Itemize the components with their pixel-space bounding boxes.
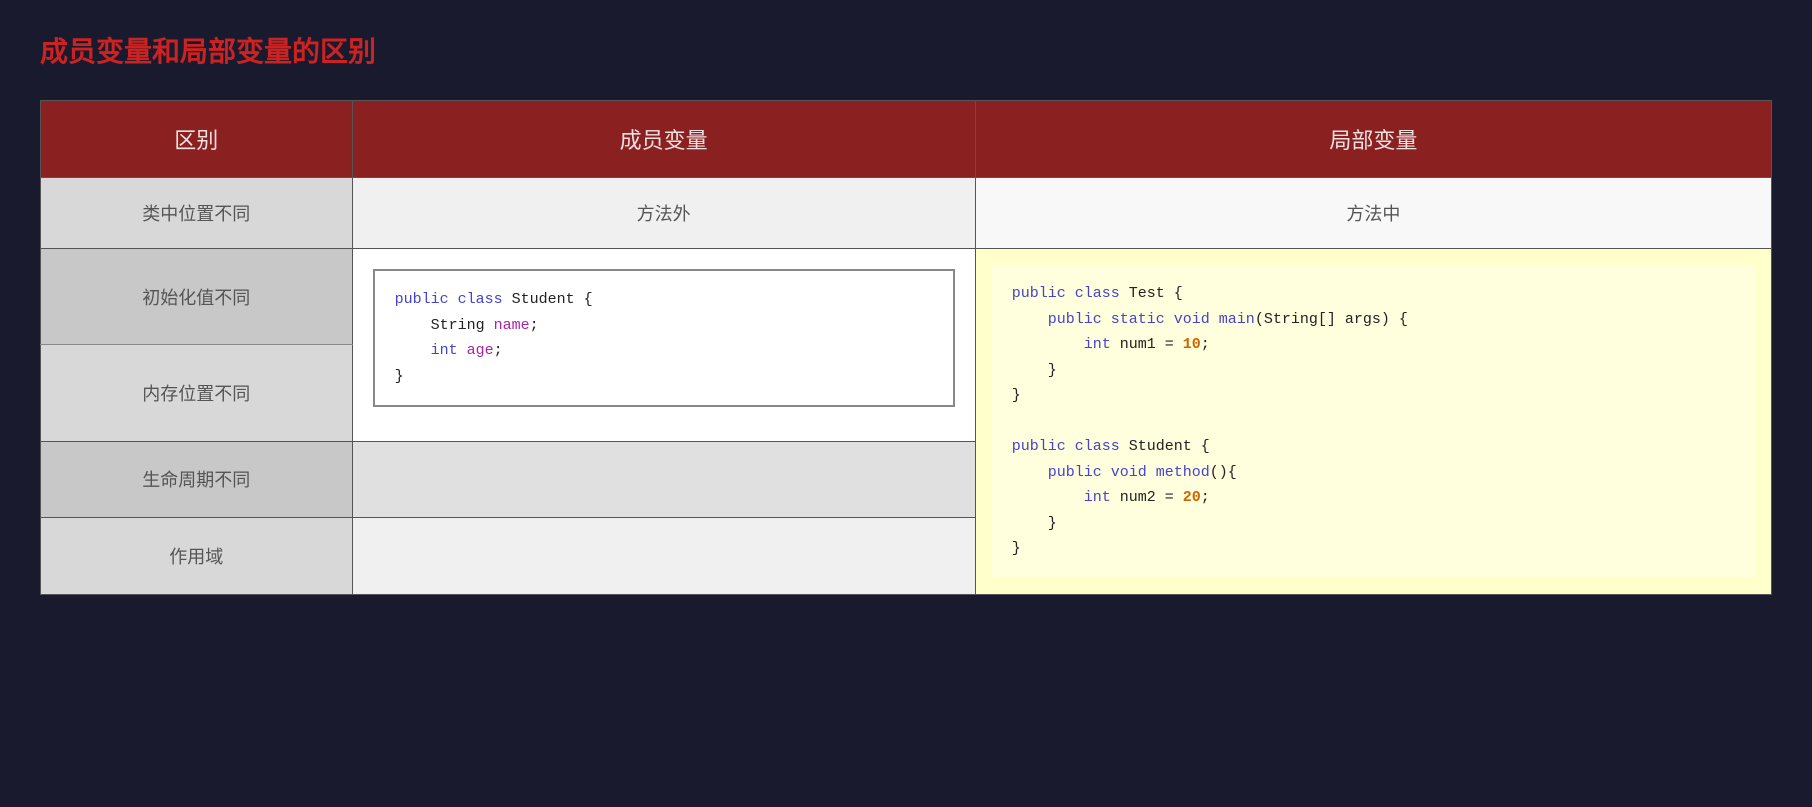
comparison-table: 区别 成员变量 局部变量 类中位置不同 方法外 方法中 初始化值不同 pu	[40, 100, 1772, 595]
table-row: 类中位置不同 方法外 方法中	[41, 178, 1772, 249]
member-code-block: public class Student { String name; int …	[373, 269, 955, 407]
local-code-block: public class Test { public static void m…	[992, 265, 1755, 578]
local-value-1: 方法中	[1346, 204, 1400, 224]
header-local: 局部变量	[975, 101, 1771, 178]
row-label-1: 类中位置不同	[142, 204, 250, 224]
page-title: 成员变量和局部变量的区别	[40, 30, 1772, 70]
row-label-2: 初始化值不同	[142, 288, 250, 308]
row-label-5: 作用域	[169, 547, 223, 567]
row-label-3: 内存位置不同	[142, 384, 250, 404]
header-member: 成员变量	[352, 101, 975, 178]
table-row: 初始化值不同 public class Student { String nam…	[41, 249, 1772, 345]
row-label-4: 生命周期不同	[142, 470, 250, 490]
header-distinction: 区别	[41, 101, 353, 178]
table-header-row: 区别 成员变量 局部变量	[41, 101, 1772, 178]
member-value-1: 方法外	[637, 204, 691, 224]
